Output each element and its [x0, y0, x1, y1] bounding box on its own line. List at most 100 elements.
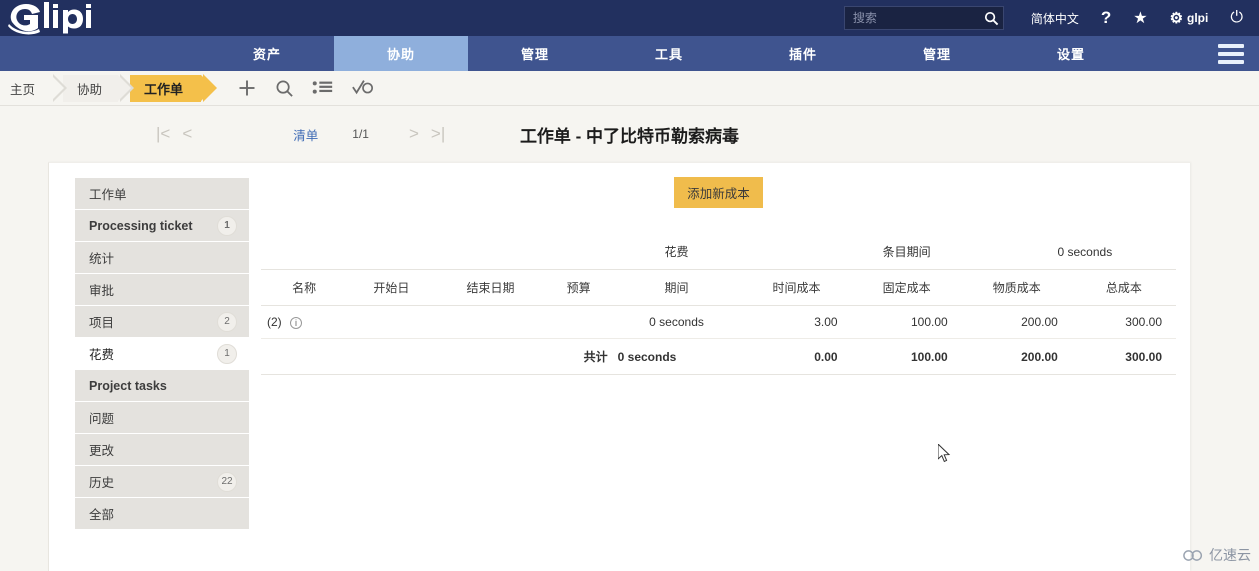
sidebar-item-ticket[interactable]: 工作单	[75, 178, 249, 209]
sidebar-item-label: Project tasks	[89, 378, 167, 393]
pager-count: 1/1	[352, 127, 369, 141]
checklist-icon[interactable]	[352, 79, 374, 97]
nav-item-assistance[interactable]: 协助	[334, 36, 468, 71]
costs-table-summary-row: 花费 条目期间 0 seconds	[261, 234, 1176, 270]
row-name-label: (2)	[267, 315, 282, 329]
cell-end-date	[435, 306, 545, 339]
sidebar-item-label: 工作单	[89, 188, 127, 202]
sidebar-item-all[interactable]: 全部	[75, 498, 249, 529]
add-cost-wrap: 添加新成本	[261, 177, 1176, 208]
info-icon[interactable]: i	[290, 316, 303, 329]
nav-item-management[interactable]: 管理	[468, 36, 602, 71]
sidebar-item-label: 问题	[89, 412, 115, 426]
nav-left-spacer	[0, 36, 200, 71]
column-fixed-cost[interactable]: 固定成本	[852, 270, 962, 306]
sidebar-item-project[interactable]: 项目 2	[75, 306, 249, 337]
costs-section-title: 花费	[664, 245, 689, 259]
nav-item-setup[interactable]: 设置	[1004, 36, 1138, 71]
language-selector[interactable]: 简体中文	[1020, 0, 1090, 36]
sidebar-item-project-tasks[interactable]: Project tasks	[75, 370, 249, 401]
column-total-cost[interactable]: 总成本	[1072, 270, 1176, 306]
total-time-cost: 0.00	[814, 349, 838, 364]
pager-first-icon[interactable]: |<	[150, 124, 176, 144]
pager-list-link[interactable]: 清单	[293, 125, 318, 144]
add-new-cost-button[interactable]: 添加新成本	[674, 177, 763, 208]
cell-total-cost: 300.00	[1125, 315, 1162, 329]
sidebar-item-label: 项目	[89, 316, 115, 330]
sidebar-badge: 1	[217, 343, 237, 364]
logout-power-icon[interactable]: ⏻	[1219, 0, 1249, 36]
sidebar-item-approval[interactable]: 审批	[75, 274, 249, 305]
column-name[interactable]: 名称	[261, 270, 347, 306]
column-end-date[interactable]: 结束日期	[435, 270, 545, 306]
sidebar-item-problems[interactable]: 问题	[75, 402, 249, 433]
pager-next-icon[interactable]: >	[403, 124, 425, 144]
cell-name: (2) i	[261, 306, 347, 339]
breadcrumb-bar: 主页 协助 工作单	[0, 71, 1259, 106]
favorites-star-icon[interactable]: ★	[1122, 0, 1158, 36]
breadcrumb-ticket[interactable]: 工作单	[130, 73, 218, 102]
nav-item-plugins[interactable]: 插件	[736, 36, 870, 71]
search-icon[interactable]	[275, 79, 294, 98]
cell-budget	[546, 306, 612, 339]
sidebar-item-processing-ticket[interactable]: Processing ticket 1	[75, 210, 249, 241]
top-header-bar: 简体中文 ? ★ ⚙ glpi ⏻	[0, 0, 1259, 36]
cell-time-cost: 3.00	[814, 315, 838, 329]
header-right-tools: 简体中文 ? ★ ⚙ glpi ⏻	[843, 0, 1259, 36]
cell-material-cost: 200.00	[1021, 315, 1058, 329]
sidebar-badge: 1	[217, 215, 237, 236]
total-fixed-cost: 100.00	[910, 349, 948, 364]
sidebar-item-label: 花费	[89, 348, 115, 362]
add-icon[interactable]	[237, 78, 257, 98]
table-row[interactable]: (2) i 0 seconds 3.00 100.00 200.00 300.0…	[261, 306, 1176, 339]
breadcrumb-home[interactable]: 主页	[0, 73, 68, 102]
sidebar-badge: 2	[217, 311, 237, 332]
sidebar-item-label: 全部	[89, 508, 115, 522]
main-navigation: 资产 协助 管理 工具 插件 管理 设置	[0, 36, 1259, 71]
column-duration[interactable]: 期间	[612, 270, 742, 306]
costs-table: 花费 条目期间 0 seconds 名称 开始日 结束日期 预算 期间 时间成本…	[261, 234, 1176, 375]
cloud-icon	[1183, 549, 1203, 561]
sidebar-item-statistics[interactable]: 统计	[75, 242, 249, 273]
search-input[interactable]	[852, 11, 981, 25]
column-time-cost[interactable]: 时间成本	[741, 270, 851, 306]
list-icon[interactable]	[312, 79, 334, 97]
total-total-cost: 300.00	[1125, 349, 1162, 364]
column-begin-date[interactable]: 开始日	[347, 270, 435, 306]
gear-icon[interactable]: ⚙	[1170, 9, 1183, 27]
costs-content: 添加新成本 花费 条目期间 0 seconds 名称 开始日 结束日期 预算 期…	[249, 163, 1190, 571]
duration-value: 0 seconds	[1057, 244, 1113, 259]
nav-item-administration[interactable]: 管理	[870, 36, 1004, 71]
nav-item-assets[interactable]: 资产	[200, 36, 334, 71]
ticket-sidebar-menu: 工作单 Processing ticket 1 统计 审批 项目 2 花费 1 …	[49, 163, 249, 571]
pager-prev-icon[interactable]: <	[176, 124, 198, 144]
help-icon[interactable]: ?	[1090, 0, 1122, 36]
column-material-cost[interactable]: 物质成本	[962, 270, 1072, 306]
pager-last-icon[interactable]: >|	[425, 124, 451, 144]
total-material-cost: 200.00	[1021, 349, 1058, 364]
cell-duration: 0 seconds	[649, 315, 704, 329]
breadcrumb-assistance[interactable]: 协助	[63, 73, 135, 102]
column-budget[interactable]: 预算	[546, 270, 612, 306]
sidebar-item-changes[interactable]: 更改	[75, 434, 249, 465]
sidebar-item-label: 统计	[89, 252, 115, 266]
global-search[interactable]	[843, 6, 1004, 30]
user-settings[interactable]: ⚙ glpi	[1159, 0, 1220, 36]
sidebar-item-costs[interactable]: 花费 1	[75, 338, 249, 369]
cell-fixed-cost: 100.00	[910, 315, 948, 329]
sidebar-badge: 22	[217, 471, 237, 492]
page-body: |< < 清单 工作单 - 中了比特币勒索病毒 1/1 > >| 工作单 Pro…	[0, 106, 1259, 571]
sidebar-item-label: Processing ticket	[89, 218, 193, 233]
nav-item-tools[interactable]: 工具	[602, 36, 736, 71]
username-label: glpi	[1187, 11, 1209, 25]
sidebar-item-label: 审批	[89, 284, 115, 298]
record-pager: |< < 清单 工作单 - 中了比特币勒索病毒 1/1 > >|	[0, 106, 1259, 162]
content-panel: 工作单 Processing ticket 1 统计 审批 项目 2 花费 1 …	[48, 162, 1190, 571]
watermark-text: 亿速云	[1209, 547, 1251, 563]
breadcrumb-tools	[237, 78, 374, 98]
hamburger-menu-icon[interactable]	[1203, 36, 1259, 71]
sidebar-item-history[interactable]: 历史 22	[75, 466, 249, 497]
search-icon[interactable]	[984, 11, 999, 26]
costs-table-header: 名称 开始日 结束日期 预算 期间 时间成本 固定成本 物质成本 总成本	[261, 270, 1176, 306]
glpi-logo[interactable]	[6, 0, 106, 36]
